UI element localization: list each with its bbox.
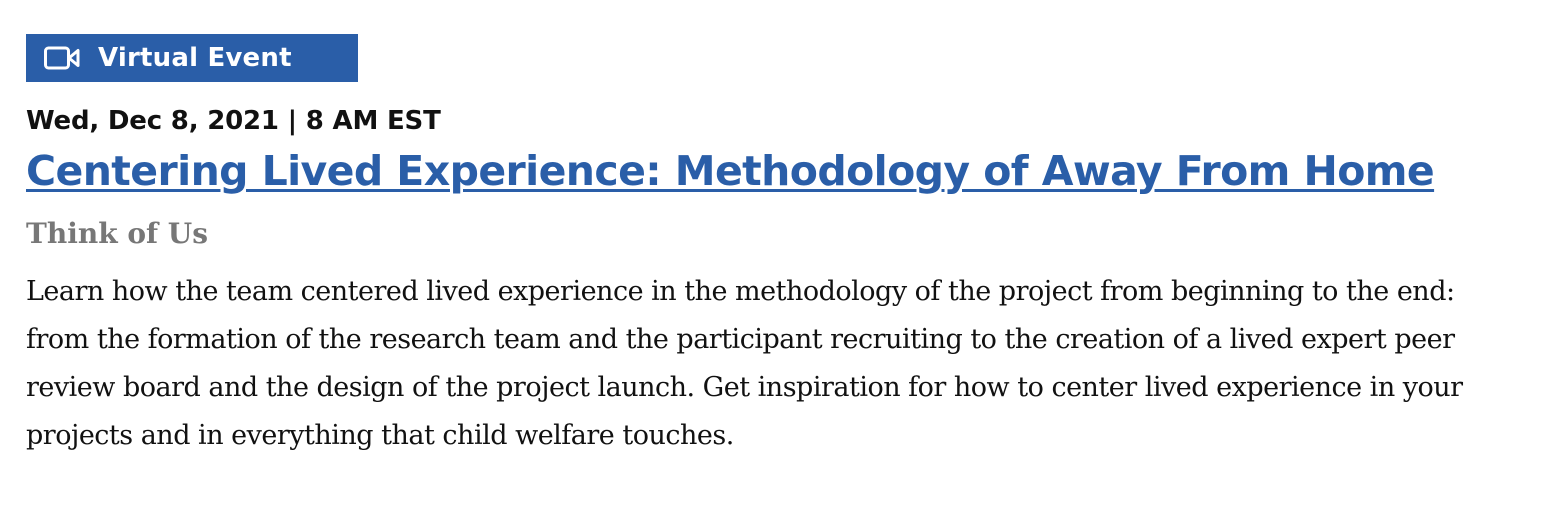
event-description: Learn how the team centered lived experi…	[26, 276, 1463, 451]
event-organization: Think of Us	[26, 217, 208, 250]
event-datetime: Wed, Dec 8, 2021 | 8 AM EST	[26, 106, 441, 136]
badge-label: Virtual Event	[98, 43, 292, 73]
event-card: Virtual Event Wed, Dec 8, 2021 | 8 AM ES…	[26, 34, 1526, 460]
video-camera-icon	[44, 45, 80, 71]
event-title-link[interactable]: Centering Lived Experience: Methodology …	[26, 142, 1435, 200]
virtual-event-badge: Virtual Event	[26, 34, 358, 82]
